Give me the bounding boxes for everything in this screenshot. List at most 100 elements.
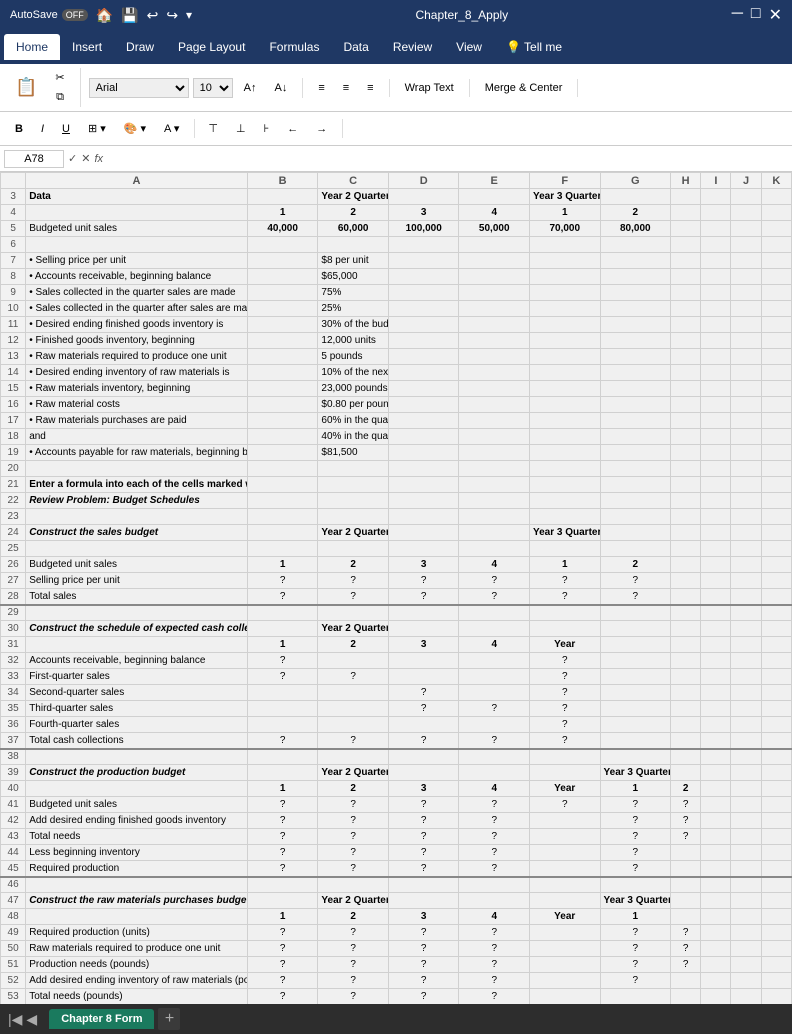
cell-52-A[interactable]: Add desired ending inventory of raw mate…: [26, 973, 248, 989]
cell-30-I[interactable]: [701, 621, 731, 637]
cell-4-K[interactable]: [761, 205, 791, 221]
cell-15-C[interactable]: 23,000 pounds: [318, 381, 389, 397]
cell-40-B[interactable]: 1: [247, 781, 318, 797]
cell-25-E[interactable]: [459, 541, 530, 557]
cell-7-B[interactable]: [247, 253, 318, 269]
cell-50-K[interactable]: [761, 941, 791, 957]
cell-10-I[interactable]: [701, 301, 731, 317]
cell-45-F[interactable]: [529, 861, 600, 877]
cell-7-D[interactable]: [388, 253, 459, 269]
cell-31-A[interactable]: [26, 637, 248, 653]
cell-8-K[interactable]: [761, 269, 791, 285]
cell-28-C[interactable]: ?: [318, 589, 389, 605]
indent-left-button[interactable]: ←: [280, 120, 305, 138]
cell-33-K[interactable]: [761, 669, 791, 685]
cell-23-I[interactable]: [701, 509, 731, 525]
cell-16-B[interactable]: [247, 397, 318, 413]
cell-18-K[interactable]: [761, 429, 791, 445]
cell-46-D[interactable]: [388, 877, 459, 893]
cell-7-E[interactable]: [459, 253, 530, 269]
cell-31-E[interactable]: 4: [459, 637, 530, 653]
cell-50-J[interactable]: [731, 941, 761, 957]
cell-52-B[interactable]: ?: [247, 973, 318, 989]
cell-47-B[interactable]: [247, 893, 318, 909]
cell-42-G[interactable]: ?: [600, 813, 671, 829]
cell-12-E[interactable]: [459, 333, 530, 349]
close-icon[interactable]: ✕: [769, 5, 782, 25]
maximize-icon[interactable]: □: [751, 5, 761, 25]
cell-21-A[interactable]: Enter a formula into each of the cells m…: [26, 477, 248, 493]
font-select[interactable]: Arial: [89, 78, 189, 98]
cell-29-I[interactable]: [701, 605, 731, 621]
cell-18-B[interactable]: [247, 429, 318, 445]
cell-20-G[interactable]: [600, 461, 671, 477]
cell-48-A[interactable]: [26, 909, 248, 925]
cell-38-H[interactable]: [671, 749, 701, 765]
cell-27-A[interactable]: Selling price per unit: [26, 573, 248, 589]
cell-29-J[interactable]: [731, 605, 761, 621]
cell-21-B[interactable]: [247, 477, 318, 493]
cell-25-F[interactable]: [529, 541, 600, 557]
cell-26-J[interactable]: [731, 557, 761, 573]
cell-19-I[interactable]: [701, 445, 731, 461]
cell-34-A[interactable]: Second-quarter sales: [26, 685, 248, 701]
cell-53-G[interactable]: [600, 989, 671, 1005]
cell-10-D[interactable]: [388, 301, 459, 317]
cell-4-E[interactable]: 4: [459, 205, 530, 221]
cell-42-B[interactable]: ?: [247, 813, 318, 829]
cell-28-E[interactable]: ?: [459, 589, 530, 605]
cell-16-K[interactable]: [761, 397, 791, 413]
cell-5-A[interactable]: Budgeted unit sales: [26, 221, 248, 237]
cell-26-C[interactable]: 2: [318, 557, 389, 573]
cell-15-E[interactable]: [459, 381, 530, 397]
cell-20-K[interactable]: [761, 461, 791, 477]
cell-20-D[interactable]: [388, 461, 459, 477]
cell-49-A[interactable]: Required production (units): [26, 925, 248, 941]
cell-34-C[interactable]: [318, 685, 389, 701]
col-header-a[interactable]: A: [26, 173, 248, 189]
cell-53-F[interactable]: [529, 989, 600, 1005]
cell-16-F[interactable]: [529, 397, 600, 413]
cell-14-E[interactable]: [459, 365, 530, 381]
cell-50-I[interactable]: [701, 941, 731, 957]
cell-32-K[interactable]: [761, 653, 791, 669]
cell-30-C[interactable]: Year 2 Quarter: [318, 621, 389, 637]
cell-47-K[interactable]: [761, 893, 791, 909]
cell-48-E[interactable]: 4: [459, 909, 530, 925]
cell-37-I[interactable]: [701, 733, 731, 749]
cell-44-K[interactable]: [761, 845, 791, 861]
cell-4-B[interactable]: 1: [247, 205, 318, 221]
cell-9-F[interactable]: [529, 285, 600, 301]
cell-13-K[interactable]: [761, 349, 791, 365]
cell-30-K[interactable]: [761, 621, 791, 637]
cell-51-A[interactable]: Production needs (pounds): [26, 957, 248, 973]
cell-49-E[interactable]: ?: [459, 925, 530, 941]
cell-24-F[interactable]: Year 3 Quarter: [529, 525, 600, 541]
cell-49-F[interactable]: [529, 925, 600, 941]
cell-5-F[interactable]: 70,000: [529, 221, 600, 237]
cell-11-E[interactable]: [459, 317, 530, 333]
cell-35-F[interactable]: ?: [529, 701, 600, 717]
cell-19-F[interactable]: [529, 445, 600, 461]
cell-7-K[interactable]: [761, 253, 791, 269]
nav-first-icon[interactable]: |◀: [8, 1011, 22, 1028]
cell-45-C[interactable]: ?: [318, 861, 389, 877]
cell-32-D[interactable]: [388, 653, 459, 669]
cell-16-G[interactable]: [600, 397, 671, 413]
cell-36-A[interactable]: Fourth-quarter sales: [26, 717, 248, 733]
cell-8-B[interactable]: [247, 269, 318, 285]
cell-24-A[interactable]: Construct the sales budget: [26, 525, 248, 541]
cell-3-K[interactable]: [761, 189, 791, 205]
cell-22-F[interactable]: [529, 493, 600, 509]
cell-40-H[interactable]: 2: [671, 781, 701, 797]
cell-51-E[interactable]: ?: [459, 957, 530, 973]
cell-22-B[interactable]: [247, 493, 318, 509]
cell-32-F[interactable]: ?: [529, 653, 600, 669]
cell-39-E[interactable]: [459, 765, 530, 781]
cell-26-G[interactable]: 2: [600, 557, 671, 573]
cell-4-H[interactable]: [671, 205, 701, 221]
cell-47-I[interactable]: [701, 893, 731, 909]
cell-10-F[interactable]: [529, 301, 600, 317]
cell-20-E[interactable]: [459, 461, 530, 477]
cell-38-J[interactable]: [731, 749, 761, 765]
